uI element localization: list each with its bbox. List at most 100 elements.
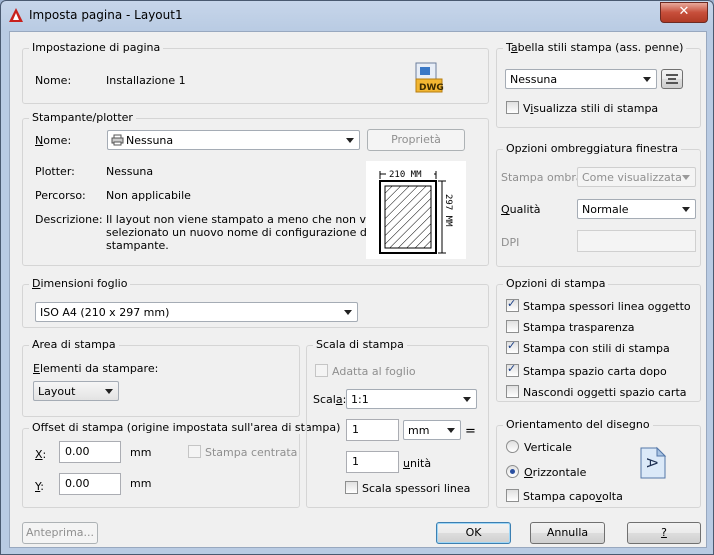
edit-plot-style-button[interactable] bbox=[661, 69, 683, 89]
scale-value: 1:1 bbox=[351, 393, 369, 406]
what-to-plot-label: Elementi da stampare: bbox=[33, 362, 159, 375]
cancel-button[interactable]: Annulla bbox=[530, 522, 605, 544]
help-button[interactable]: ? bbox=[627, 522, 701, 544]
quality-combo[interactable]: Normale bbox=[577, 199, 696, 219]
printer-name-combo[interactable]: Nessuna bbox=[107, 130, 360, 150]
shaded-viewport-group: Opzioni ombreggiatura finestra Stampa om… bbox=[496, 142, 701, 267]
page-setup-group: Impostazione di pagina Nome: Installazio… bbox=[22, 41, 489, 104]
plot-offset-group: Offset di stampa (origine impostata sull… bbox=[22, 421, 344, 508]
landscape-label: Orizzontale bbox=[524, 466, 587, 479]
dpi-input[interactable] bbox=[577, 230, 696, 252]
shaded-viewport-title: Opzioni ombreggiatura finestra bbox=[503, 142, 681, 155]
plot-option-label-3: Stampa spazio carta dopo bbox=[523, 365, 667, 378]
paper-preview-diagram: 210 MM 297 MM bbox=[366, 161, 466, 259]
scale-combo[interactable]: 1:1 bbox=[346, 389, 477, 409]
dwg-icon-text: DWG bbox=[419, 83, 444, 93]
chevron-down-icon bbox=[682, 207, 690, 212]
printer-plotter-title: Stampante/plotter bbox=[29, 111, 136, 124]
printer-name-value: Nessuna bbox=[126, 134, 174, 147]
hide-paperspace-objects-checkbox[interactable]: Nascondi oggetti spazio carta bbox=[506, 385, 687, 399]
scale-lineweights-checkbox[interactable]: Scala spessori linea bbox=[345, 481, 470, 495]
scale-unit2-label: unità bbox=[403, 457, 432, 470]
edit-list-icon bbox=[666, 74, 678, 84]
display-plot-styles-checkbox[interactable]: Visualizza stili di stampa bbox=[506, 101, 658, 115]
close-button[interactable]: ✕ bbox=[660, 2, 708, 23]
plot-paperspace-last-checkbox[interactable]: Stampa spazio carta dopo bbox=[506, 362, 667, 378]
offset-y-input[interactable]: 0.00 bbox=[59, 473, 121, 495]
offset-x-unit: mm bbox=[130, 446, 152, 459]
scale-value1: 1 bbox=[352, 423, 359, 436]
chevron-down-icon bbox=[643, 77, 651, 82]
paper-size-combo[interactable]: ISO A4 (210 x 297 mm) bbox=[35, 302, 358, 322]
shade-plot-combo[interactable]: Come visualizzata bbox=[577, 167, 696, 187]
fit-to-paper-checkbox[interactable]: Adatta al foglio bbox=[315, 364, 416, 378]
offset-y-value: 0.00 bbox=[65, 477, 90, 490]
plot-style-table-title: Tabella stili stampa (ass. penne) bbox=[503, 41, 687, 54]
scale-unit-combo[interactable]: mm bbox=[403, 420, 461, 440]
display-plot-styles-label: Visualizza stili di stampa bbox=[523, 102, 659, 115]
title-bar[interactable]: Imposta pagina - Layout1 ✕ bbox=[1, 1, 713, 31]
paper-size-title: Dimensioni foglio bbox=[29, 277, 131, 290]
ok-button[interactable]: OK bbox=[436, 522, 511, 544]
page-setup-name-value: Installazione 1 bbox=[106, 74, 186, 87]
center-plot-label: Stampa centrata bbox=[205, 446, 298, 459]
offset-y-label: Y: bbox=[35, 480, 44, 493]
plot-scale-group: Scala di stampa Adatta al foglio Scala: … bbox=[306, 338, 489, 508]
autocad-app-icon bbox=[9, 8, 23, 22]
plot-option-label-4: Nascondi oggetti spazio carta bbox=[523, 386, 687, 399]
chevron-down-icon bbox=[105, 389, 113, 394]
scale-value1-input[interactable]: 1 bbox=[346, 419, 399, 441]
plot-style-value: Nessuna bbox=[510, 73, 558, 86]
equals-sign: = bbox=[465, 424, 476, 439]
what-to-plot-combo[interactable]: Layout bbox=[33, 381, 119, 401]
upside-down-checkbox[interactable]: Stampa capovolta bbox=[506, 489, 623, 503]
offset-x-value: 0.00 bbox=[65, 445, 90, 458]
chevron-down-icon bbox=[682, 175, 690, 180]
description-line-2: selezionato un nuovo nome di configurazi… bbox=[106, 226, 387, 239]
offset-x-label: X: bbox=[35, 448, 47, 461]
portrait-label: Verticale bbox=[524, 441, 572, 454]
paper-size-group: Dimensioni foglio ISO A4 (210 x 297 mm) bbox=[22, 277, 489, 328]
shade-plot-label: Stampa ombra bbox=[501, 171, 583, 184]
offset-y-unit: mm bbox=[130, 477, 152, 490]
plot-lineweights-checkbox[interactable]: Stampa spessori linea oggetto bbox=[506, 297, 691, 313]
plot-offset-title: Offset di stampa (origine impostata sull… bbox=[29, 421, 344, 434]
printer-name-label: Nome: bbox=[35, 134, 72, 147]
help-label: ? bbox=[661, 526, 667, 539]
dialog-window: Imposta pagina - Layout1 ✕ Impostazione … bbox=[0, 0, 714, 555]
quality-value: Normale bbox=[582, 203, 629, 216]
printer-plotter-group: Stampante/plotter Nome: Nessuna Propriet… bbox=[22, 111, 489, 266]
scale-label: Scala: bbox=[313, 393, 347, 406]
chevron-down-icon bbox=[346, 138, 354, 143]
chevron-down-icon bbox=[447, 428, 455, 433]
paper-size-value: ISO A4 (210 x 297 mm) bbox=[40, 306, 170, 319]
offset-x-input[interactable]: 0.00 bbox=[59, 441, 121, 463]
drawing-orientation-group: Orientamento del disegno Verticale Orizz… bbox=[496, 418, 701, 508]
quality-label: Qualità bbox=[501, 203, 541, 216]
plot-options-title: Opzioni di stampa bbox=[503, 277, 609, 290]
plot-option-label-1: Stampa trasparenza bbox=[523, 321, 635, 334]
dwg-file-icon: DWG bbox=[415, 62, 444, 93]
plot-option-label-2: Stampa con stili di stampa bbox=[523, 342, 670, 355]
upside-down-label: Stampa capovolta bbox=[523, 490, 623, 503]
path-label: Percorso: bbox=[35, 189, 86, 202]
dialog-body: Impostazione di pagina Nome: Installazio… bbox=[9, 31, 707, 548]
preview-button[interactable]: Anteprima... bbox=[22, 522, 98, 544]
plot-transparency-checkbox[interactable]: Stampa trasparenza bbox=[506, 320, 635, 334]
printer-icon bbox=[111, 134, 124, 146]
landscape-radio[interactable]: Orizzontale bbox=[506, 465, 586, 479]
description-label: Descrizione: bbox=[35, 213, 103, 226]
chevron-down-icon bbox=[344, 310, 352, 315]
center-plot-checkbox[interactable]: Stampa centrata bbox=[188, 445, 297, 459]
plotter-label: Plotter: bbox=[35, 165, 75, 178]
dpi-label: DPI bbox=[501, 236, 520, 249]
portrait-radio[interactable]: Verticale bbox=[506, 440, 572, 454]
description-line-3: stampante. bbox=[106, 239, 169, 252]
page-setup-title: Impostazione di pagina bbox=[29, 41, 164, 54]
properties-button[interactable]: Proprietà bbox=[367, 129, 465, 151]
plot-style-combo[interactable]: Nessuna bbox=[505, 69, 657, 89]
landscape-orientation-icon: A bbox=[640, 446, 667, 479]
chevron-down-icon bbox=[463, 397, 471, 402]
plot-with-styles-checkbox[interactable]: Stampa con stili di stampa bbox=[506, 339, 670, 355]
scale-value2-input[interactable]: 1 bbox=[346, 451, 399, 473]
